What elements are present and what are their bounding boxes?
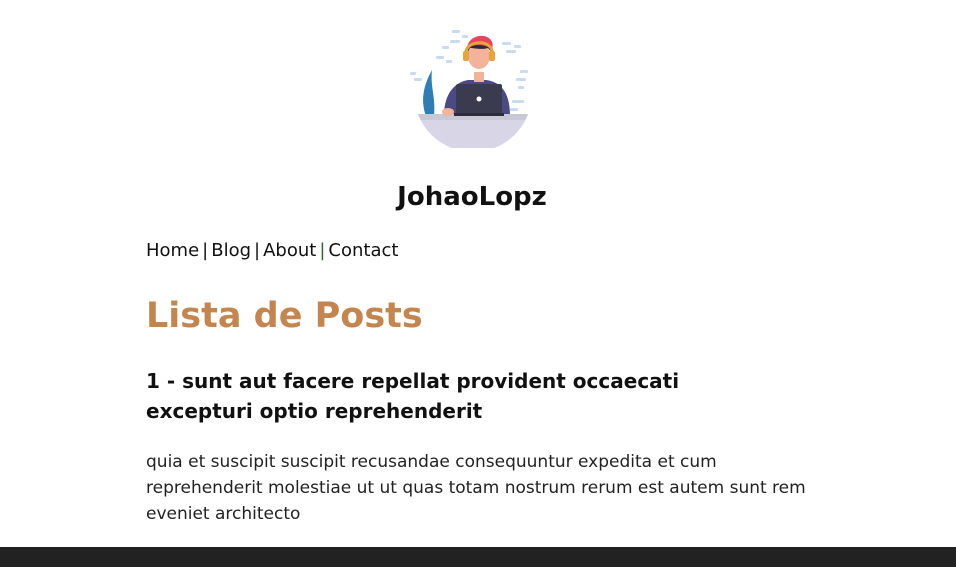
- nav-separator: |: [319, 240, 326, 261]
- developer-avatar-icon: [410, 30, 532, 148]
- nav-link-contact[interactable]: Contact: [328, 240, 398, 261]
- nav-separator: |: [202, 240, 209, 261]
- nav-separator: |: [254, 240, 261, 261]
- main-nav: Home | Blog | About | Contact: [146, 238, 398, 264]
- page-heading: Lista de Posts: [146, 296, 423, 336]
- page: JohaoLopz Home | Blog | About | Contact Lista …: [0, 0, 956, 567]
- footer-bar: [0, 547, 956, 567]
- post-title[interactable]: 1 - sunt aut facere repellat provident o…: [146, 366, 786, 426]
- post-body: quia et suscipit suscipit recusandae con…: [146, 452, 806, 524]
- nav-link-home[interactable]: Home: [146, 240, 199, 261]
- site-title: JohaoLopz: [397, 182, 547, 212]
- nav-link-blog[interactable]: Blog: [211, 240, 251, 261]
- nav-link-about[interactable]: About: [263, 240, 316, 261]
